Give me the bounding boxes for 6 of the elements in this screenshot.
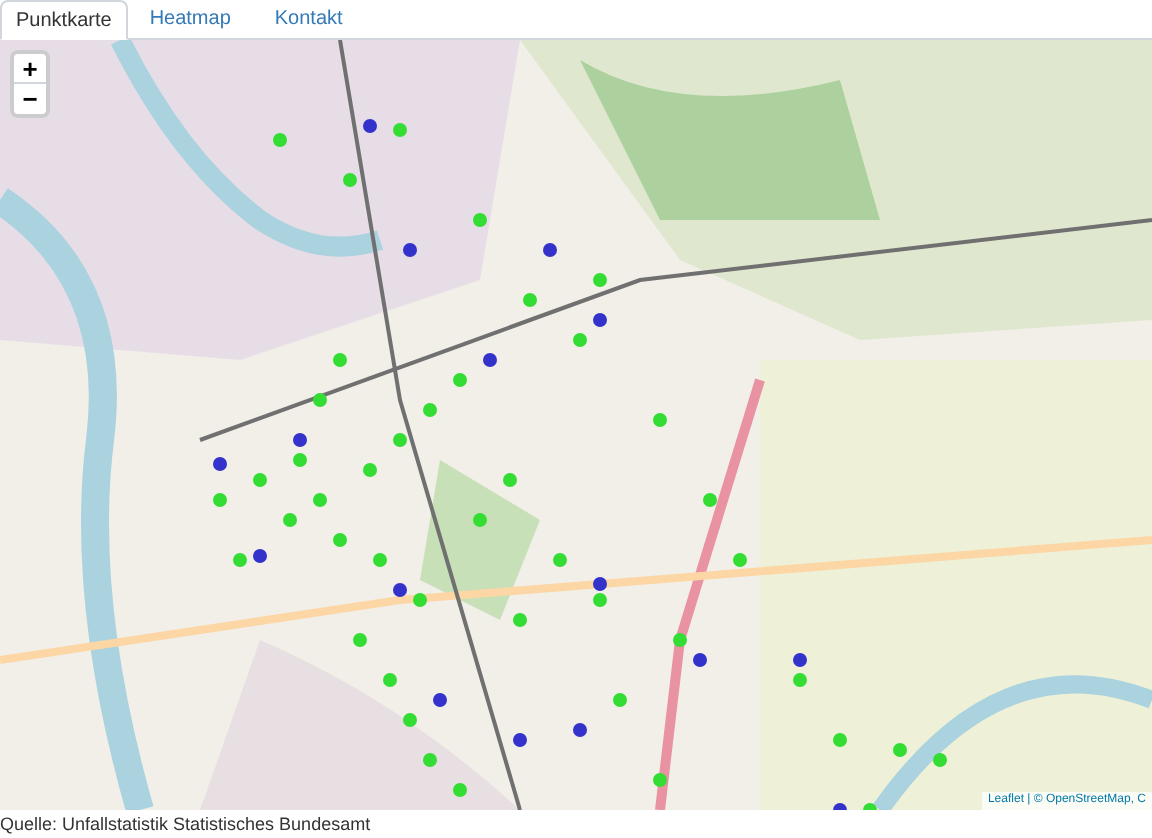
- tab[interactable]: Heatmap: [127, 0, 253, 38]
- tab[interactable]: Punktkarte: [0, 0, 128, 40]
- zoom-out-button[interactable]: −: [14, 84, 46, 114]
- tab[interactable]: Kontakt: [252, 0, 365, 38]
- zoom-in-button[interactable]: +: [14, 54, 46, 84]
- source-note: Quelle: Unfallstatistik Statistisches Bundesamt: [0, 812, 373, 838]
